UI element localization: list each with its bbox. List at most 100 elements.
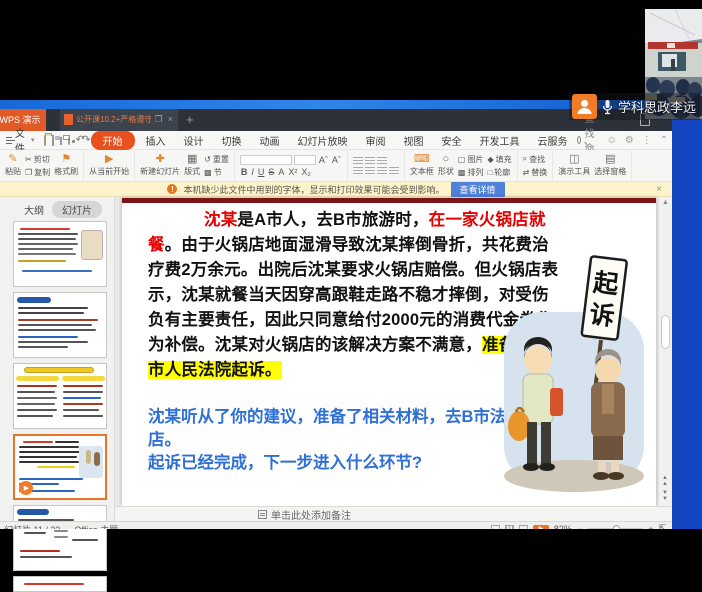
justify-icon[interactable] [389,167,399,175]
new-slide-button[interactable]: ✚ 新建幻灯片 [140,154,180,177]
wps-window: WPS 演示 公开课10.2+严格遵守诉讼程序 ❐ × + 文件 ▾ 开始插入设… [0,108,672,529]
zoom-slider-knob[interactable] [613,525,620,530]
layout-button[interactable]: ▦ 版式 [184,154,200,177]
menu-tab-10[interactable]: 开发工具 [471,131,529,150]
new-tab-button[interactable]: + [186,112,194,127]
shrink-font-icon[interactable]: Aˇ [331,155,342,165]
document-tab[interactable]: 公开课10.2+严格遵守诉讼程序 ❐ × [60,108,178,131]
menu-tab-1[interactable]: 开始 [91,131,135,150]
slide-thumbnail[interactable] [13,576,107,592]
play-from-current-button[interactable]: ▶ 从当前开始 [89,154,129,177]
menu-tab-11[interactable]: 云服务 [529,131,577,150]
outline-button[interactable]: □轮廓 [487,167,511,178]
settings-gear-icon[interactable]: ⚙ [625,135,634,146]
align-left-icon[interactable] [353,167,363,175]
previous-slide-icon[interactable]: ▲▲ [662,475,668,487]
slideshow-play-button[interactable]: ▶ [533,525,549,530]
arrange-button[interactable]: ▩排列 [458,167,484,178]
find-button[interactable]: ⌕查找 [523,154,548,165]
slide-thumbnail-current[interactable] [13,434,107,500]
slide-nav-buttons: ▲▲ ▼▼ [662,475,668,502]
play-group: ▶ 从当前开始 [84,151,135,181]
slide-thumbnail[interactable] [13,221,107,287]
menu-tab-2[interactable]: 插入 [137,131,175,150]
copy-button[interactable]: ❐复制 [25,167,50,178]
print-preview-icon[interactable] [68,137,70,145]
layout-label: 版式 [184,166,200,177]
cut-button[interactable]: ✂剪切 [25,154,50,165]
format-button-u[interactable]: U [257,167,266,177]
sign-char-1: 起 [592,269,621,300]
fit-to-window-icon[interactable]: ⇱ [658,523,666,529]
textbox-button[interactable]: ⌨ 文本框 [410,154,434,177]
menu-tab-4[interactable]: 切换 [213,131,251,150]
notification-close-icon[interactable]: × [656,184,662,195]
hamburger-icon [6,137,12,144]
microphone-icon [602,99,613,115]
open-folder-icon[interactable] [44,135,46,146]
lawsuit-cartoon: 起 诉 [498,250,650,506]
menu-tab-9[interactable]: 安全 [433,131,471,150]
shapes-button[interactable]: ○ 形状 [438,154,454,177]
slide-thumbnail[interactable] [13,505,107,571]
reset-button[interactable]: ↺重置 [204,154,229,165]
print-icon[interactable] [60,137,62,145]
zoom-in-button[interactable]: + [648,524,653,530]
tab-outline[interactable]: 大纲 [24,202,44,217]
menu-tab-7[interactable]: 审阅 [357,131,395,150]
align-right-icon[interactable] [377,167,387,175]
picture-button[interactable]: ▢图片 [458,154,484,165]
view-details-button[interactable]: 查看详情 [451,182,505,197]
save-icon[interactable] [52,135,54,146]
section-button[interactable]: ▩节 [204,167,229,178]
tab-restore-icon[interactable]: ❐ [154,115,164,124]
format-painter-button[interactable]: ⚑ 格式刷 [54,154,78,177]
format-button-x₂[interactable]: X₂ [300,167,312,177]
indent-icon[interactable] [377,157,387,165]
tab-slides[interactable]: 幻灯片 [52,201,102,218]
vertical-scrollbar[interactable]: ▲ ▲▲ ▼▼ [658,197,672,506]
paste-button[interactable]: ✎ 粘贴 [5,154,21,177]
format-button-b[interactable]: B [240,167,249,177]
number-list-icon[interactable] [365,157,375,165]
grow-font-icon[interactable]: Aˆ [318,155,329,165]
scroll-up-icon[interactable]: ▲ [662,199,669,206]
next-slide-icon[interactable]: ▼▼ [662,490,668,502]
presentation-tools-button[interactable]: ◫ 演示工具 [558,154,590,177]
scrollbar-thumb[interactable] [661,315,670,349]
menu-tab-6[interactable]: 幻灯片放映 [289,131,357,150]
slide-top-red-banner [122,198,656,203]
slide-canvas[interactable]: 沈某是A市人，去B市旅游时，在一家火锅店就餐。由于火锅店地面湿滑导致沈某摔倒骨折… [122,198,656,506]
notes-bar[interactable]: 单击此处添加备注 [115,506,672,521]
reading-view-icon[interactable] [519,525,528,530]
font-name-select[interactable] [240,155,292,165]
smiley-icon[interactable]: ☺ [607,135,617,146]
menu-tab-8[interactable]: 视图 [395,131,433,150]
more-options-icon[interactable]: ⋮ [642,135,652,146]
tab-close-icon[interactable]: × [167,115,174,124]
format-button-i[interactable]: I [250,167,255,177]
zoom-level[interactable]: 82% [554,524,572,530]
font-size-select[interactable] [294,155,316,165]
presenter-badge: 学科思政李远 [569,93,700,120]
theme-name: Office 主题 [74,523,118,529]
slide-sorter-view-icon[interactable] [505,525,514,530]
slide-thumbnail[interactable] [13,292,107,358]
menu-tab-5[interactable]: 动画 [251,131,289,150]
replace-button[interactable]: ⇄替换 [523,167,548,178]
slide-thumbnail[interactable] [13,363,107,429]
format-button-x²[interactable]: X² [287,167,298,177]
fill-button[interactable]: ◆填充 [487,154,511,165]
selection-pane-button[interactable]: ▤ 选择窗格 [594,154,626,177]
format-button-a[interactable]: A [277,167,285,177]
align-center-icon[interactable] [365,167,375,175]
reset-label: 重置 [213,154,229,165]
normal-view-icon[interactable] [491,525,500,530]
zoom-out-button[interactable]: − [577,524,582,530]
thumbnail-play-button[interactable] [19,481,33,495]
collapse-ribbon-icon[interactable]: ⌃ [660,135,668,146]
format-button-s[interactable]: S [267,167,275,177]
screen: 学科思政李远 WPS 演示 公开课10.2+严格遵守诉讼程序 ❐ × + 文件 … [0,0,702,529]
menu-tab-3[interactable]: 设计 [175,131,213,150]
bullet-list-icon[interactable] [353,157,363,165]
